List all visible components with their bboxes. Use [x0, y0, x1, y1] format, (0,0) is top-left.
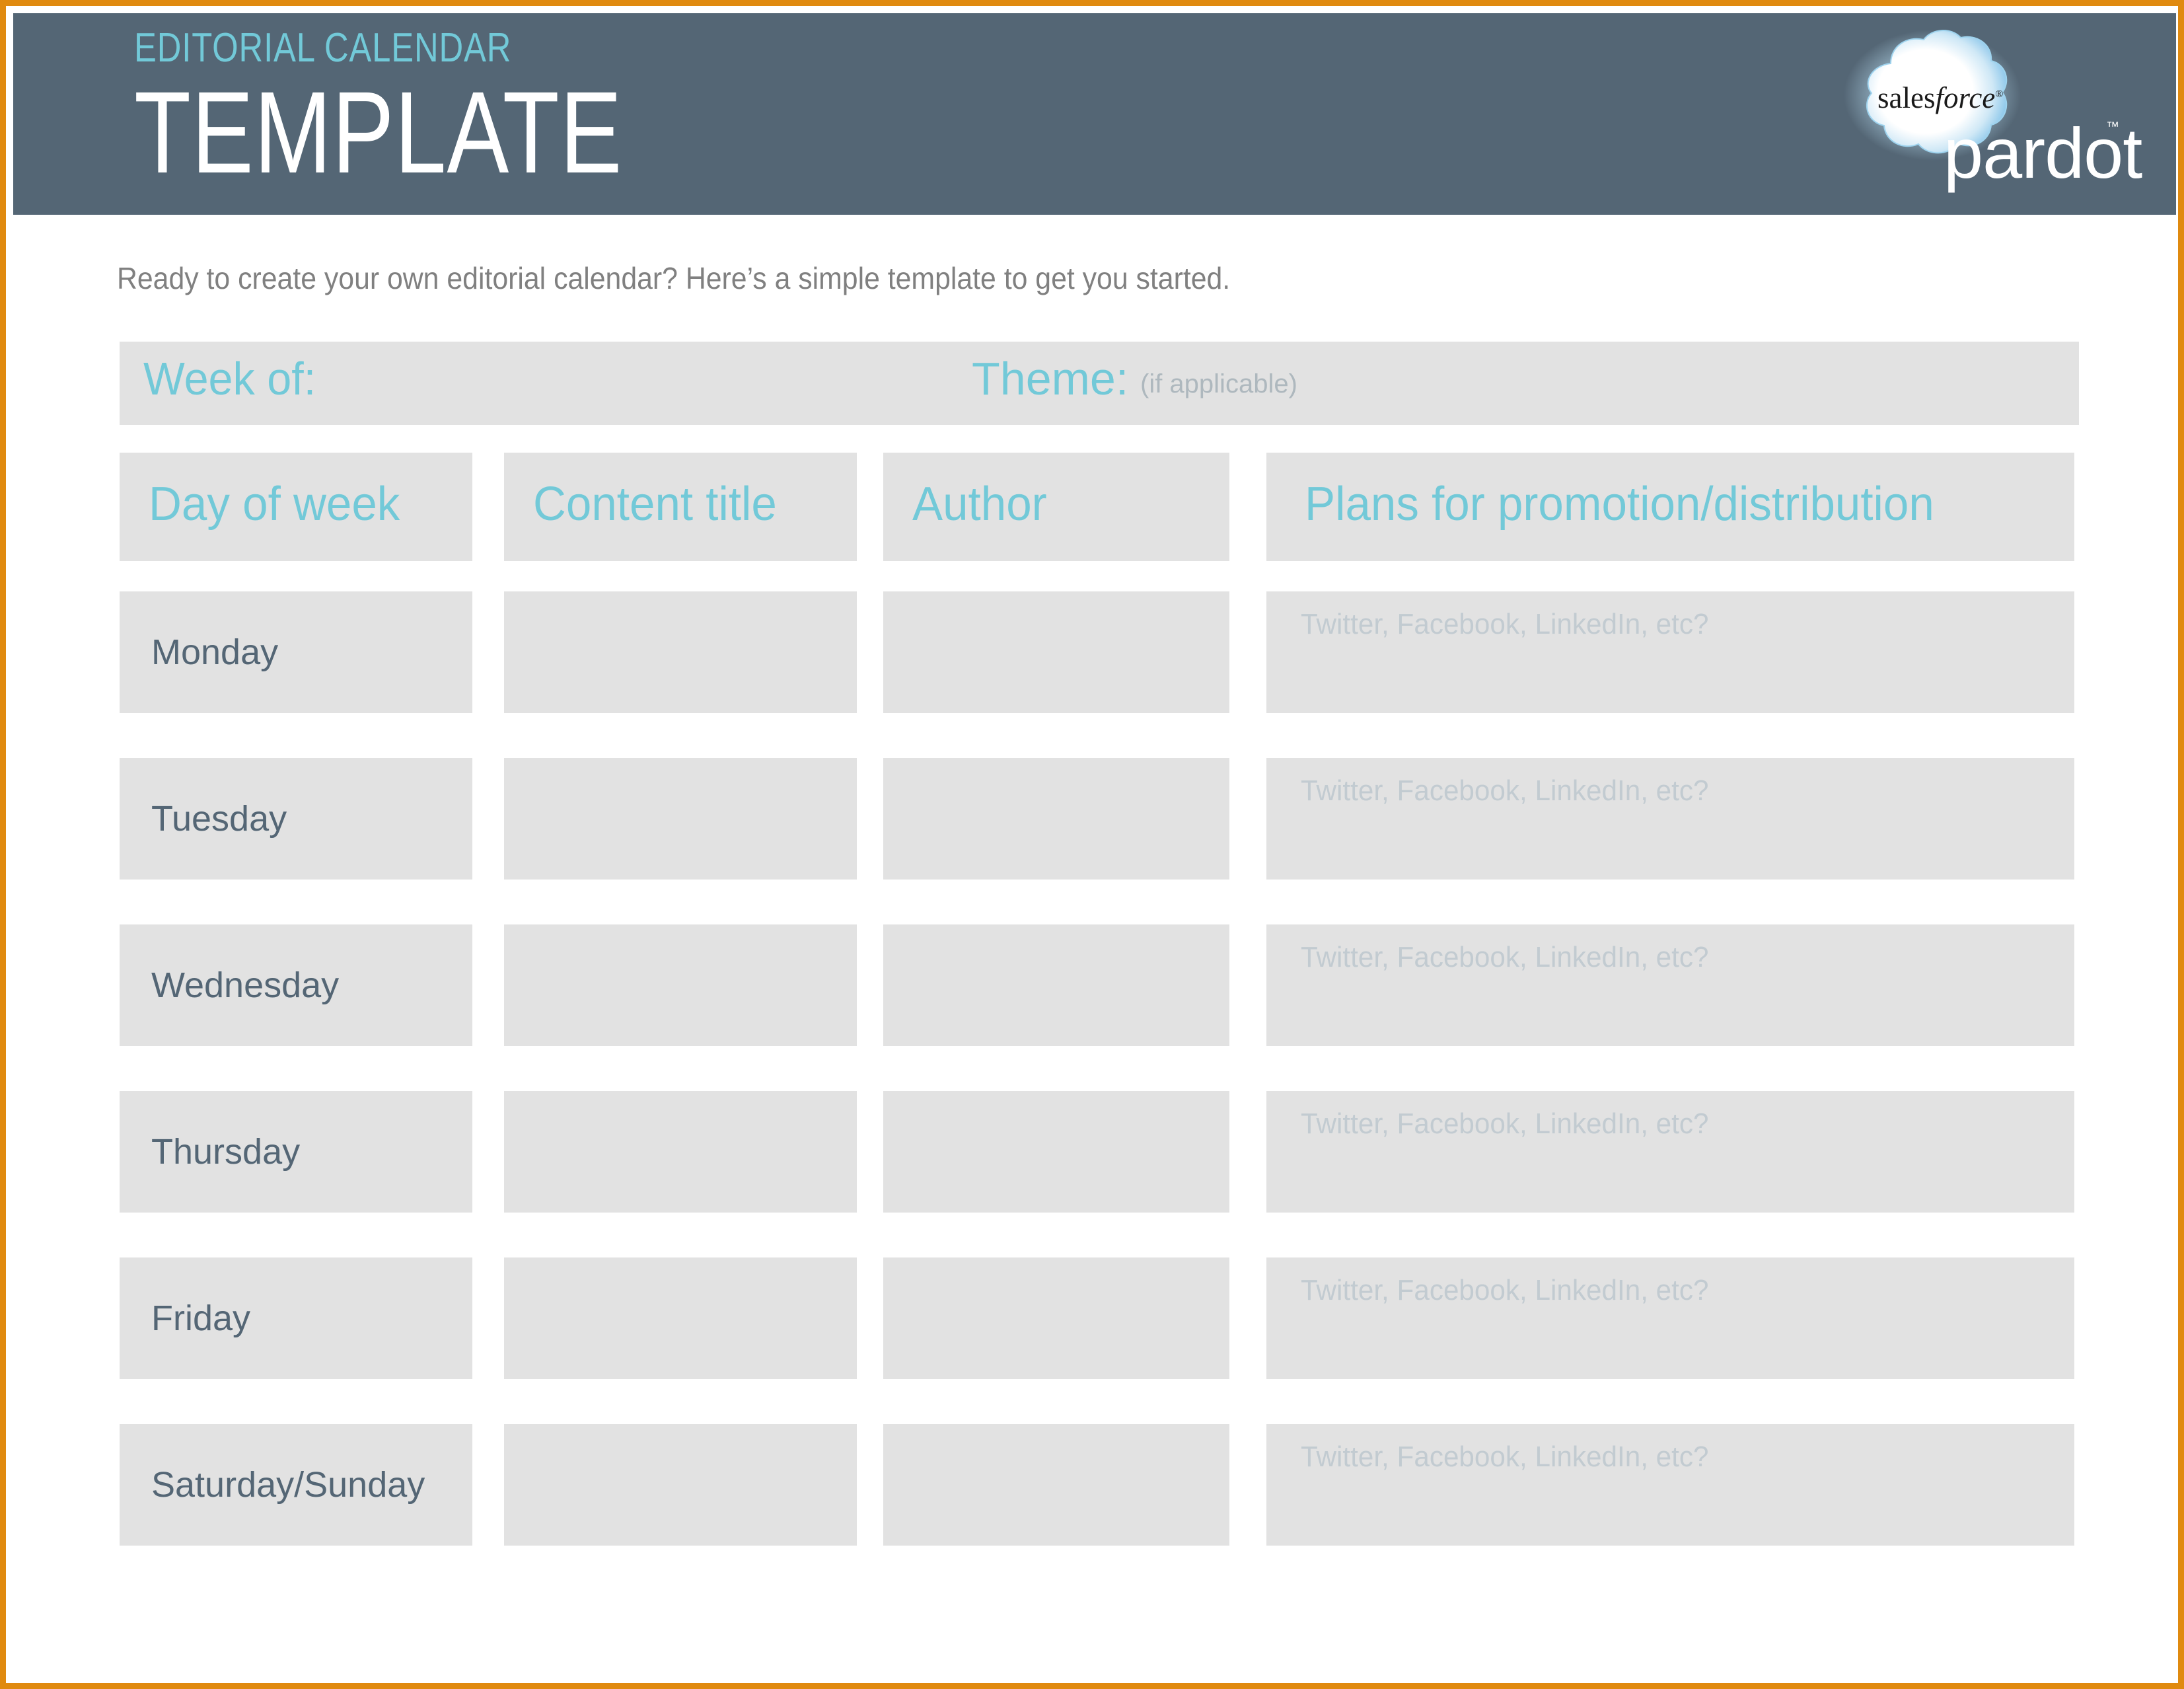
salesforce-pardot-logo: salesforce® pardot ™: [1843, 20, 2154, 208]
day-label: Saturday/Sunday: [151, 1465, 425, 1505]
content-title-cell[interactable]: [504, 1257, 857, 1379]
day-label: Friday: [151, 1298, 251, 1338]
column-header-plans-for-promotion: Plans for promotion/distribution: [1266, 453, 2074, 561]
day-cell[interactable]: Saturday/Sunday: [120, 1424, 472, 1546]
theme-label: Theme:: [972, 353, 1129, 404]
salesforce-word-part1: sales: [1877, 81, 1936, 114]
promotion-placeholder: Twitter, Facebook, LinkedIn, etc?: [1301, 774, 1709, 807]
column-header-label: Plans for promotion/distribution: [1305, 478, 1934, 531]
author-cell[interactable]: [883, 924, 1229, 1046]
promotion-placeholder: Twitter, Facebook, LinkedIn, etc?: [1301, 1107, 1709, 1140]
content-title-cell[interactable]: [504, 591, 857, 713]
week-theme-band[interactable]: Week of: Theme: (if applicable): [120, 342, 2079, 425]
salesforce-word-part2: force: [1935, 81, 1996, 114]
column-header-label: Content title: [533, 478, 777, 531]
page-title: TEMPLATE: [134, 68, 623, 198]
promotion-cell[interactable]: Twitter, Facebook, LinkedIn, etc?: [1266, 1091, 2074, 1213]
theme-note: (if applicable): [1140, 369, 1297, 398]
author-cell[interactable]: [883, 758, 1229, 880]
column-header-author: Author: [883, 453, 1229, 561]
header-eyebrow: EDITORIAL CALENDAR: [134, 25, 512, 71]
author-cell[interactable]: [883, 591, 1229, 713]
day-cell[interactable]: Wednesday: [120, 924, 472, 1046]
content-title-cell[interactable]: [504, 758, 857, 880]
header-title-block: EDITORIAL CALENDAR TEMPLATE: [134, 28, 745, 193]
day-label: Monday: [151, 632, 279, 672]
promotion-placeholder: Twitter, Facebook, LinkedIn, etc?: [1301, 1441, 1709, 1473]
trademark-mark: ™: [2106, 120, 2119, 134]
day-cell[interactable]: Friday: [120, 1257, 472, 1379]
column-header-label: Author: [912, 478, 1047, 531]
day-label: Wednesday: [151, 965, 340, 1005]
week-of-label: Week of:: [143, 353, 316, 404]
column-header-day-of-week: Day of week: [120, 453, 472, 561]
day-label: Thursday: [151, 1132, 301, 1172]
day-cell[interactable]: Thursday: [120, 1091, 472, 1213]
promotion-placeholder: Twitter, Facebook, LinkedIn, etc?: [1301, 608, 1709, 640]
page-header: EDITORIAL CALENDAR TEMPLATE salesforce® …: [13, 13, 2176, 215]
content-title-cell[interactable]: [504, 924, 857, 1046]
promotion-cell[interactable]: Twitter, Facebook, LinkedIn, etc?: [1266, 1257, 2074, 1379]
promotion-cell[interactable]: Twitter, Facebook, LinkedIn, etc?: [1266, 758, 2074, 880]
content-title-cell[interactable]: [504, 1091, 857, 1213]
author-cell[interactable]: [883, 1257, 1229, 1379]
content-title-cell[interactable]: [504, 1424, 857, 1546]
promotion-placeholder: Twitter, Facebook, LinkedIn, etc?: [1301, 941, 1709, 973]
promotion-cell[interactable]: Twitter, Facebook, LinkedIn, etc?: [1266, 591, 2074, 713]
promotion-cell[interactable]: Twitter, Facebook, LinkedIn, etc?: [1266, 924, 2074, 1046]
day-cell[interactable]: Monday: [120, 591, 472, 713]
column-header-content-title: Content title: [504, 453, 857, 561]
promotion-cell[interactable]: Twitter, Facebook, LinkedIn, etc?: [1266, 1424, 2074, 1546]
column-header-label: Day of week: [149, 478, 400, 531]
day-label: Tuesday: [151, 799, 287, 839]
author-cell[interactable]: [883, 1091, 1229, 1213]
salesforce-wordmark: salesforce®: [1877, 81, 2003, 114]
registered-mark: ®: [1995, 89, 2004, 100]
promotion-placeholder: Twitter, Facebook, LinkedIn, etc?: [1301, 1274, 1709, 1306]
day-cell[interactable]: Tuesday: [120, 758, 472, 880]
author-cell[interactable]: [883, 1424, 1229, 1546]
intro-text: Ready to create your own editorial calen…: [117, 261, 1231, 295]
page-root: EDITORIAL CALENDAR TEMPLATE salesforce® …: [0, 0, 2184, 1689]
